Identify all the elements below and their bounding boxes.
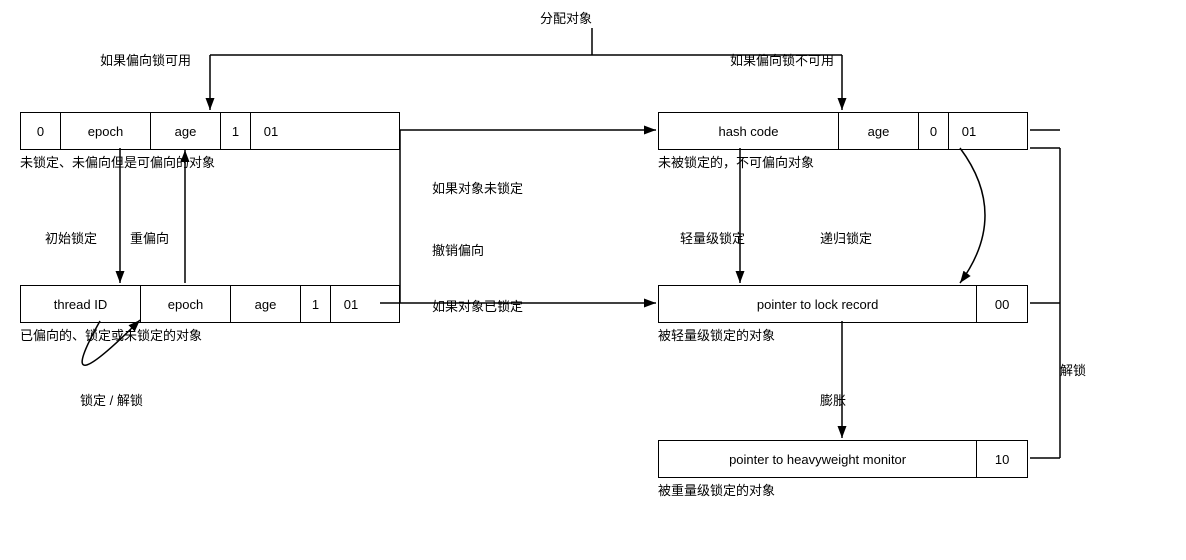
box4-cell1: pointer to lock record bbox=[659, 286, 977, 322]
box3-label: 未被锁定的，不可偏向对象 bbox=[658, 152, 814, 171]
label-expand: 膨胀 bbox=[820, 390, 846, 409]
diagram: 分配对象 如果偏向锁可用 如果偏向锁不可用 0 epoch age 1 01 未… bbox=[0, 0, 1186, 560]
box4-label: 被轻量级锁定的对象 bbox=[658, 325, 775, 344]
box4-cell2: 00 bbox=[977, 286, 1027, 322]
label-if-locked: 如果对象已锁定 bbox=[432, 296, 523, 315]
label-rebias: 重偏向 bbox=[130, 228, 169, 247]
box1-cell3: age bbox=[151, 113, 221, 149]
top-label: 分配对象 bbox=[540, 8, 592, 27]
box2: thread ID epoch age 1 01 bbox=[20, 285, 400, 323]
label-cancel-bias: 撤销偏向 bbox=[432, 240, 484, 259]
box2-cell5: 01 bbox=[331, 286, 371, 322]
box5-label: 被重量级锁定的对象 bbox=[658, 480, 775, 499]
box1-cell2: epoch bbox=[61, 113, 151, 149]
label-recursive: 递归锁定 bbox=[820, 228, 872, 247]
box1-cell4: 1 bbox=[221, 113, 251, 149]
box3-cell2: age bbox=[839, 113, 919, 149]
label-if-unlocked: 如果对象未锁定 bbox=[432, 178, 523, 197]
label-init-lock: 初始锁定 bbox=[45, 228, 97, 247]
box2-cell2: epoch bbox=[141, 286, 231, 322]
box3-cell4: 01 bbox=[949, 113, 989, 149]
box1-cell5: 01 bbox=[251, 113, 291, 149]
right-branch-label: 如果偏向锁不可用 bbox=[730, 50, 834, 69]
box4: pointer to lock record 00 bbox=[658, 285, 1028, 323]
label-lightweight: 轻量级锁定 bbox=[680, 228, 745, 247]
label-lock-unlock: 锁定 / 解锁 bbox=[80, 390, 143, 409]
box5-cell2: 10 bbox=[977, 441, 1027, 477]
left-branch-label: 如果偏向锁可用 bbox=[100, 50, 191, 69]
box2-cell1: thread ID bbox=[21, 286, 141, 322]
box1: 0 epoch age 1 01 bbox=[20, 112, 400, 150]
box2-cell4: 1 bbox=[301, 286, 331, 322]
box2-label: 已偏向的、锁定或未锁定的对象 bbox=[20, 325, 202, 344]
box1-label: 未锁定、未偏向但是可偏向的对象 bbox=[20, 152, 215, 171]
box1-cell1: 0 bbox=[21, 113, 61, 149]
box3-cell1: hash code bbox=[659, 113, 839, 149]
box5: pointer to heavyweight monitor 10 bbox=[658, 440, 1028, 478]
box3-cell3: 0 bbox=[919, 113, 949, 149]
box3: hash code age 0 01 bbox=[658, 112, 1028, 150]
label-unlock: 解锁 bbox=[1060, 360, 1086, 379]
box5-cell1: pointer to heavyweight monitor bbox=[659, 441, 977, 477]
box2-cell3: age bbox=[231, 286, 301, 322]
